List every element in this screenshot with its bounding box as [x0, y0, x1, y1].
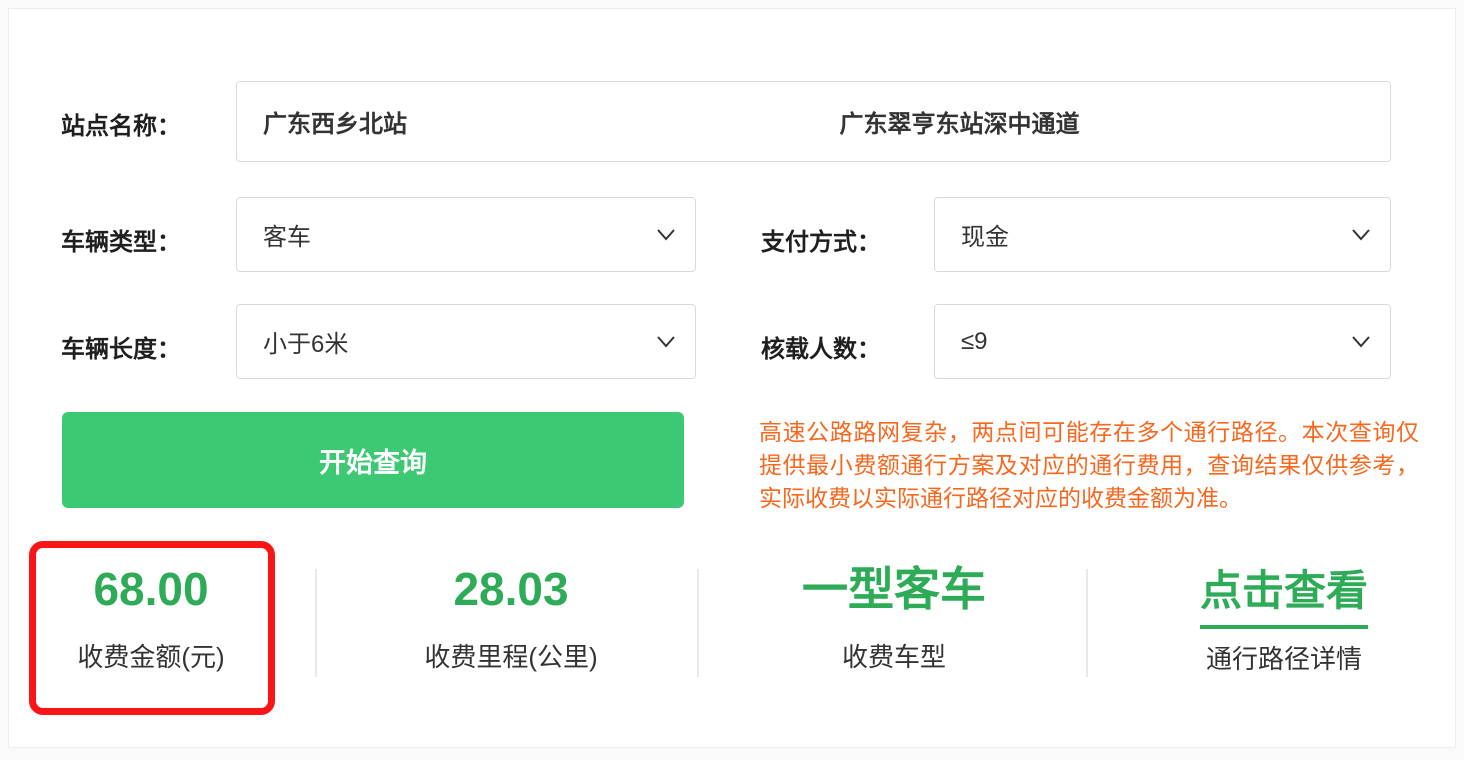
vehicle-length-select[interactable]: 小于6米 — [236, 304, 696, 379]
toll-query-card: 站点名称： 广东西乡北站 广东翠亨东站深中通道 车辆类型： 客车 支付方式： 现… — [8, 8, 1456, 748]
vehicle-class-label: 收费车型 — [774, 637, 1014, 674]
vehicle-type-label: 车辆类型： — [61, 222, 181, 257]
vehicle-type-value: 客车 — [263, 217, 311, 252]
payment-method-value: 现金 — [961, 217, 1009, 252]
chevron-down-icon — [1352, 229, 1370, 241]
vehicle-class-value: 一型客车 — [774, 561, 1014, 617]
mileage-value: 28.03 — [391, 561, 631, 617]
chevron-down-icon — [1352, 336, 1370, 348]
seat-count-select[interactable]: ≤9 — [934, 304, 1391, 379]
result-mileage: 28.03 收费里程(公里) — [391, 561, 631, 674]
result-divider — [1086, 569, 1088, 677]
chevron-down-icon — [657, 336, 675, 348]
route-disclaimer-text: 高速公路路网复杂，两点间可能存在多个通行路径。本次查询仅提供最小费额通行方案及对… — [759, 416, 1419, 515]
route-details-label: 通行路径详情 — [1164, 639, 1404, 676]
mileage-label: 收费里程(公里) — [391, 637, 631, 674]
start-station-input[interactable]: 广东西乡北站 — [237, 82, 814, 161]
fee-amount-label: 收费金额(元) — [31, 637, 271, 674]
station-name-label: 站点名称： — [61, 106, 181, 141]
seat-count-label: 核载人数： — [761, 329, 881, 364]
end-station-value: 广东翠亨东站深中通道 — [840, 104, 1080, 139]
vehicle-type-select[interactable]: 客车 — [236, 197, 696, 272]
vehicle-length-value: 小于6米 — [263, 324, 348, 359]
payment-method-select[interactable]: 现金 — [934, 197, 1391, 272]
result-divider — [697, 569, 699, 677]
result-divider — [315, 569, 317, 677]
result-route-details: 点击查看 通行路径详情 — [1164, 561, 1404, 676]
start-query-button[interactable]: 开始查询 — [62, 412, 684, 508]
vehicle-length-label: 车辆长度： — [61, 329, 181, 364]
end-station-input[interactable]: 广东翠亨东站深中通道 — [814, 82, 1391, 161]
chevron-down-icon — [657, 229, 675, 241]
result-vehicle-class: 一型客车 收费车型 — [774, 561, 1014, 674]
fee-amount-value: 68.00 — [31, 561, 271, 617]
station-input-group: 广东西乡北站 广东翠亨东站深中通道 — [236, 81, 1391, 162]
payment-method-label: 支付方式： — [761, 222, 881, 257]
start-station-value: 广东西乡北站 — [263, 104, 407, 139]
seat-count-value: ≤9 — [961, 328, 988, 356]
view-route-link[interactable]: 点击查看 — [1200, 563, 1368, 629]
result-fee: 68.00 收费金额(元) — [31, 561, 271, 674]
